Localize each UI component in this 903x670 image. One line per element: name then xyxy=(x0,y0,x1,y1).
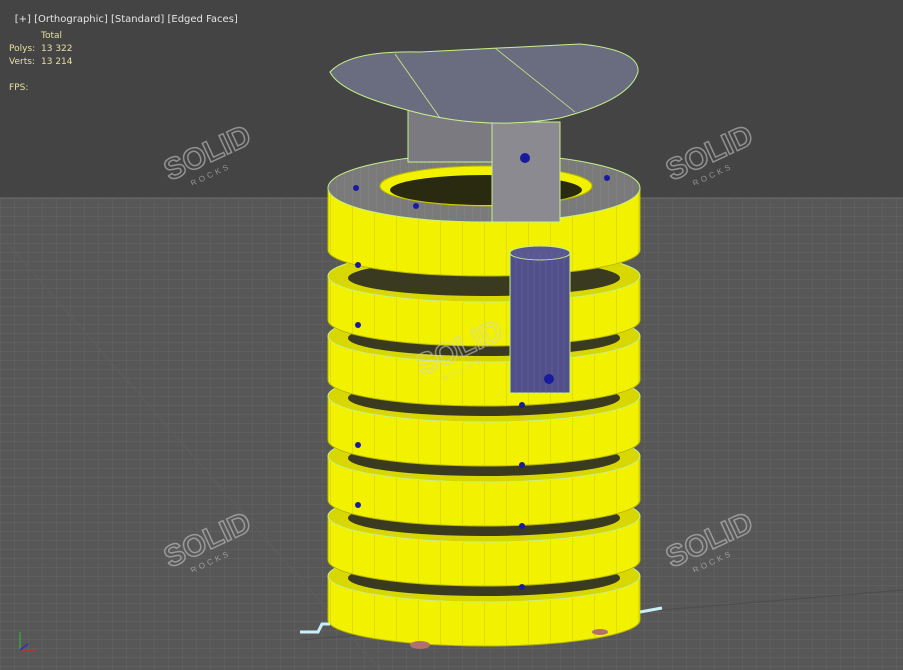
roof[interactable] xyxy=(329,43,639,124)
stats-polys-row: Polys: 13 322 xyxy=(9,43,73,56)
side-post[interactable] xyxy=(509,245,571,394)
viewport[interactable]: [+] [Orthographic] [Standard] [Edged Fac… xyxy=(0,0,903,670)
viewport-edges-menu[interactable]: [Edged Faces] xyxy=(167,14,237,25)
ring-1[interactable] xyxy=(327,153,641,277)
watermark-logo: SOLID ROCKS xyxy=(652,492,762,575)
stats-polys-label: Polys: xyxy=(9,44,36,54)
stats-verts-row: Verts: 13 214 xyxy=(9,56,73,69)
viewport-view-menu[interactable]: [Orthographic] xyxy=(34,14,108,25)
watermark-logo: SOLID ROCKS xyxy=(402,300,512,383)
bolt xyxy=(519,462,525,468)
bolt xyxy=(355,502,361,508)
bolt xyxy=(519,523,525,529)
bolt xyxy=(355,322,361,328)
bolt xyxy=(355,442,361,448)
stats-fps-label: FPS: xyxy=(9,83,29,93)
bolt xyxy=(355,262,361,268)
viewport-label: [+] [Orthographic] [Standard] [Edged Fac… xyxy=(2,3,238,36)
viewport-shading-menu[interactable]: [Standard] xyxy=(111,14,164,25)
bolt xyxy=(519,402,525,408)
stats-header: Total xyxy=(41,31,63,41)
stats-verts-label: Verts: xyxy=(9,57,35,67)
viewport-plus-menu[interactable]: [+] xyxy=(15,14,31,25)
stats-polys-value: 13 322 xyxy=(41,44,73,54)
bolt xyxy=(519,584,525,590)
stats-fps-row: FPS: xyxy=(9,82,41,95)
watermark-logo: SOLID ROCKS xyxy=(652,105,762,188)
watermark-logo: SOLID ROCKS xyxy=(150,492,260,575)
stats-verts-value: 13 214 xyxy=(41,57,73,67)
watermark-logo: SOLID ROCKS xyxy=(150,105,260,188)
bin-body[interactable] xyxy=(327,153,641,647)
